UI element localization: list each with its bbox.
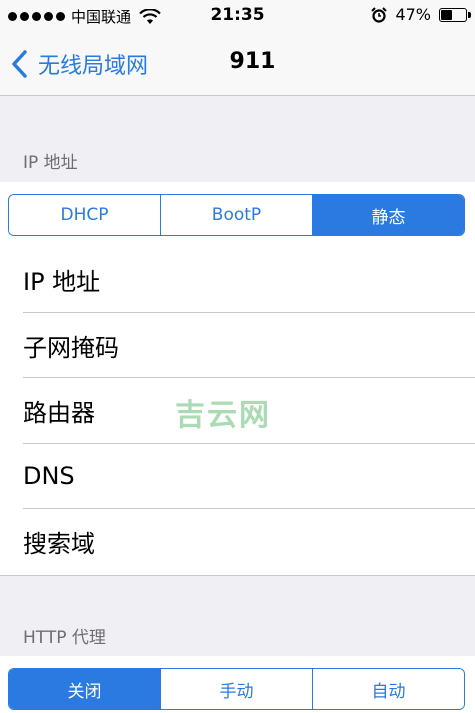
subnet-mask-label: 子网掩码 — [23, 333, 119, 362]
segment-proxy-manual[interactable]: 手动 — [161, 669, 313, 709]
ip-section-header: IP 地址 — [23, 153, 78, 173]
dns-label: DNS — [23, 462, 75, 491]
ip-address-label: IP 地址 — [23, 268, 101, 297]
subnet-mask-field[interactable]: 子网掩码 — [0, 313, 475, 379]
page-title: 911 — [229, 49, 276, 74]
ip-address-field[interactable]: IP 地址 — [0, 247, 475, 313]
http-proxy-segmented-control: 关闭 手动 自动 — [8, 668, 465, 710]
search-domain-field[interactable]: 搜索域 — [0, 509, 475, 575]
watermark: 吉云网 — [175, 398, 271, 433]
ip-mode-row: DHCP BootP 静态 — [0, 182, 475, 247]
segment-bootp[interactable]: BootP — [161, 195, 313, 235]
battery-percentage: 47% — [395, 5, 431, 24]
segment-static[interactable]: 静态 — [313, 195, 464, 235]
ip-mode-segmented-control: DHCP BootP 静态 — [8, 194, 465, 236]
status-right: 47% — [371, 5, 471, 24]
http-proxy-row: 关闭 手动 自动 — [0, 656, 475, 713]
http-proxy-section-header: HTTP 代理 — [23, 628, 106, 648]
alarm-icon — [371, 6, 388, 23]
segment-proxy-auto[interactable]: 自动 — [313, 669, 464, 709]
router-label: 路由器 — [23, 399, 95, 428]
segment-proxy-off[interactable]: 关闭 — [9, 669, 161, 709]
battery-icon — [439, 7, 471, 22]
dns-field[interactable]: DNS — [0, 444, 475, 510]
search-domain-label: 搜索域 — [23, 530, 95, 559]
status-bar: 中国联通 21:35 47% — [0, 0, 475, 30]
navigation-bar: 无线局域网 911 — [0, 30, 475, 96]
segment-dhcp[interactable]: DHCP — [9, 195, 161, 235]
